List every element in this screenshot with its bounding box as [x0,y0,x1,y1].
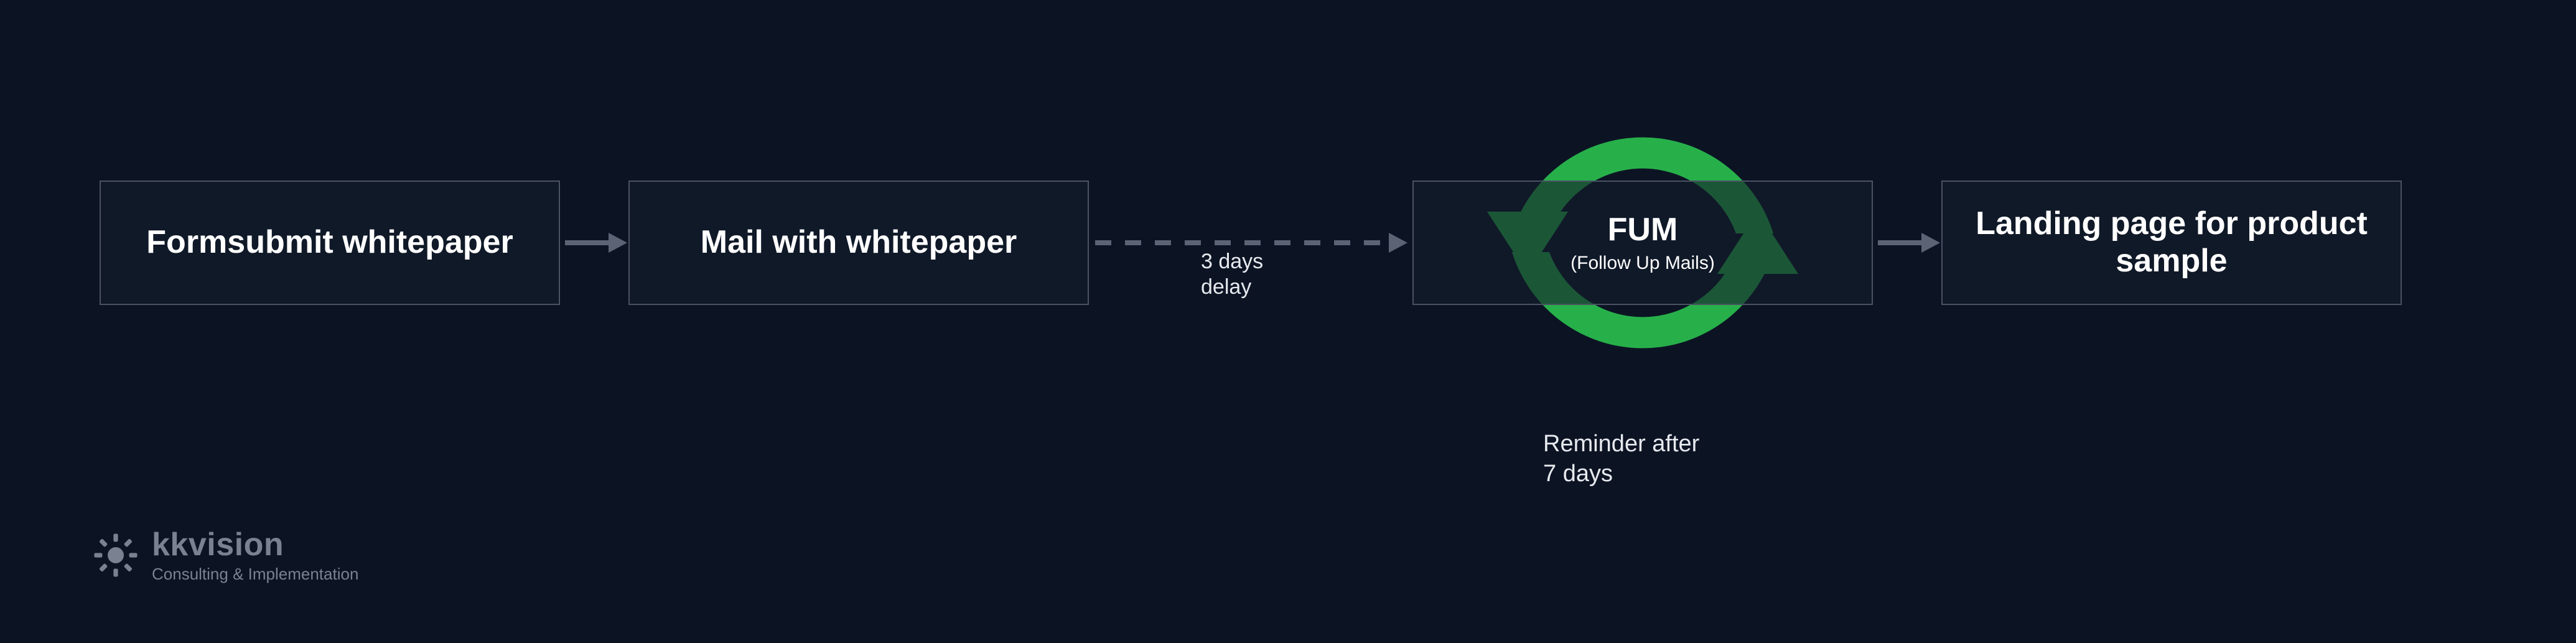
node-subtitle: (Follow Up Mails) [1570,253,1715,274]
brand-text: kkvision Consulting & Implementation [152,526,358,584]
arrow-3 [1873,181,1941,305]
node-title: FUM [1608,212,1678,249]
node-landing-page: Landing page for product sample [1941,181,2402,305]
brand-name: kkvision [152,526,358,563]
arrow-1 [560,181,628,305]
delay-label: 3 days delay [1201,249,1300,300]
node-fum: FUM (Follow Up Mails) [1412,181,1873,305]
brand: kkvision Consulting & Implementation [93,526,358,584]
delay-line1: 3 days [1201,250,1263,273]
node-title: Landing page for product sample [1943,205,2401,280]
reminder-line2: 7 days [1543,461,1613,487]
node-mail-whitepaper: Mail with whitepaper [628,181,1089,305]
delay-line2: delay [1201,275,1251,299]
reminder-line1: Reminder after [1543,431,1699,457]
cycle-wrap: FUM (Follow Up Mails) Reminder after 7 d… [1412,181,1873,305]
flow-diagram: Formsubmit whitepaper Mail with whitepap… [100,181,2402,305]
node-title: Formsubmit whitepaper [146,224,513,261]
gear-icon [93,533,138,578]
arrow-2-dashed: 3 days delay [1089,181,1412,305]
reminder-label: Reminder after 7 days [1543,429,1742,489]
node-title: Mail with whitepaper [701,224,1017,261]
brand-tagline: Consulting & Implementation [152,565,358,584]
node-formsubmit-whitepaper: Formsubmit whitepaper [100,181,560,305]
